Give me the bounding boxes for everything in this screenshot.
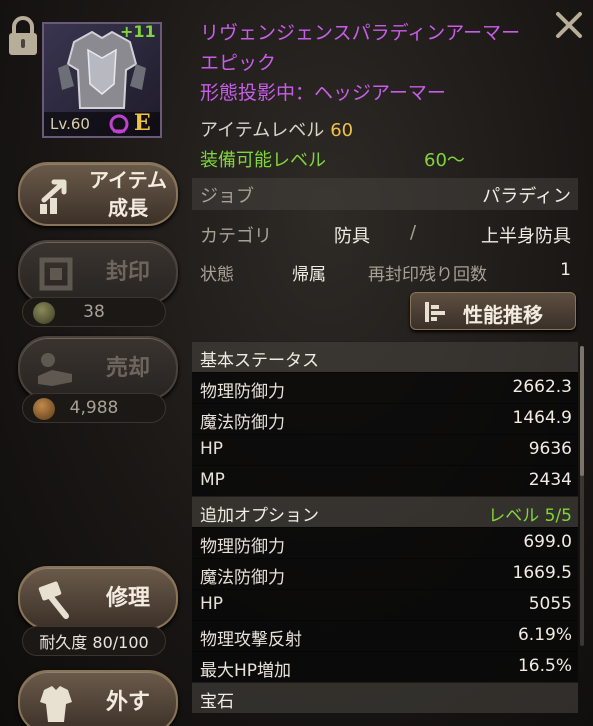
grade-badge: E xyxy=(134,110,151,136)
item-growth-button[interactable]: アイテム 成長 xyxy=(18,162,178,226)
item-level-badge: Lv.60 xyxy=(50,115,90,133)
option-value: 5055 xyxy=(528,594,572,614)
basic-stats-header: 基本ステータス xyxy=(192,341,578,372)
reseal-label: 再封印残り回数 xyxy=(368,265,487,285)
option-value: 699.0 xyxy=(523,532,572,552)
table-row: 物理攻撃反射 6.19% xyxy=(192,620,578,651)
option-value: 6.19% xyxy=(517,625,572,645)
equip-level-value: 60～ xyxy=(424,150,465,171)
performance-button[interactable]: 性能推移 xyxy=(410,292,576,330)
stat-label: MP xyxy=(200,470,225,490)
extra-options-header: 追加オプション レベル 5/5 xyxy=(192,496,578,527)
category-sub: 上半身防具 xyxy=(481,226,571,247)
growth-arrow-icon xyxy=(40,179,67,214)
job-value: パラディン xyxy=(482,186,571,207)
item-growth-label-2: 成長 xyxy=(108,196,148,220)
unequip-button[interactable]: 外す xyxy=(18,670,178,726)
basic-stats-title: 基本ステータス xyxy=(200,351,319,371)
option-value: 1669.5 xyxy=(512,563,572,583)
seal-button[interactable]: 封印 xyxy=(18,240,178,304)
item-growth-label-1: アイテム xyxy=(89,168,167,192)
item-level-label: アイテムレベル xyxy=(200,120,325,141)
table-row: 物理防御力 2662.3 xyxy=(192,372,578,403)
item-rarity: エピック xyxy=(200,52,277,74)
gem-title: 宝石 xyxy=(200,692,234,712)
stat-value: 2434 xyxy=(528,470,572,490)
stat-value: 2662.3 xyxy=(512,377,572,397)
seal-cost: 38 xyxy=(22,297,166,327)
repair-button[interactable]: 修理 xyxy=(18,566,178,630)
lock-icon[interactable] xyxy=(6,14,40,58)
stat-value: 9636 xyxy=(528,439,572,459)
bar-chart-icon xyxy=(425,302,445,322)
close-icon[interactable] xyxy=(552,8,586,42)
table-row: HP 5055 xyxy=(192,589,578,620)
table-row: HP 9636 xyxy=(192,434,578,465)
table-row: 物理防御力 699.0 xyxy=(192,527,578,558)
item-name: リヴェンジェンスパラディンアーマー xyxy=(200,22,521,44)
hammer-icon xyxy=(38,581,69,619)
durability: 耐久度 80/100 xyxy=(22,626,166,656)
sell-price-value: 4,988 xyxy=(69,398,119,418)
equip-level-label: 装備可能レベル xyxy=(200,150,326,171)
stat-label: 魔法防御力 xyxy=(200,413,285,433)
stat-value: 1464.9 xyxy=(512,408,572,428)
sell-price: 4,988 xyxy=(22,393,166,423)
table-row: 魔法防御力 1669.5 xyxy=(192,558,578,589)
stats-table: 基本ステータス 物理防御力 2662.3 魔法防御力 1464.9 HP 963… xyxy=(192,341,578,713)
stat-label: HP xyxy=(200,439,224,459)
state-label: 状態 xyxy=(200,265,234,285)
state-value: 帰属 xyxy=(292,265,326,285)
table-row: 魔法防御力 1464.9 xyxy=(192,403,578,434)
durability-value: 耐久度 80/100 xyxy=(39,633,149,652)
repair-label: 修理 xyxy=(105,585,150,611)
seal-label: 封印 xyxy=(105,259,150,285)
item-level-value: 60 xyxy=(330,120,354,141)
category-main: 防具 xyxy=(334,226,370,247)
element-icon xyxy=(109,114,129,134)
option-label: 最大HP増加 xyxy=(200,661,292,681)
form-projection: 形態投影中：ヘッジアーマー xyxy=(200,82,446,104)
extra-options-title: 追加オプション xyxy=(200,506,319,526)
reseal-value: 1 xyxy=(560,260,571,280)
gold-coin-icon xyxy=(33,398,55,420)
job-label: ジョブ xyxy=(200,186,254,207)
performance-label: 性能推移 xyxy=(463,303,543,327)
sell-label: 売却 xyxy=(105,355,150,381)
armor-icon xyxy=(40,686,72,722)
extra-options-level: レベル 5/5 xyxy=(488,506,572,526)
option-label: HP xyxy=(200,594,224,614)
seal-icon xyxy=(39,257,73,291)
option-label: 魔法防御力 xyxy=(200,568,285,588)
table-row: 最大HP増加 16.5% xyxy=(192,651,578,682)
table-row: MP 2434 xyxy=(192,465,578,496)
sell-hand-icon xyxy=(38,353,72,386)
seal-cost-value: 38 xyxy=(83,302,105,322)
stat-label: 物理防御力 xyxy=(200,382,285,402)
option-value: 16.5% xyxy=(517,656,572,676)
sell-button[interactable]: 売却 xyxy=(18,336,178,400)
scrollbar-thumb[interactable] xyxy=(580,346,584,476)
enhance-level: +11 xyxy=(120,22,156,41)
option-label: 物理防御力 xyxy=(200,537,285,557)
unequip-label: 外す xyxy=(105,689,150,715)
gem-header: 宝石 xyxy=(192,682,578,713)
scrollbar[interactable] xyxy=(580,346,584,646)
category-separator: / xyxy=(410,222,417,243)
option-label: 物理攻撃反射 xyxy=(200,630,302,650)
seal-material-icon xyxy=(33,302,55,324)
item-level: アイテムレベル 60 xyxy=(200,116,353,142)
category-label: カテゴリ xyxy=(200,226,272,247)
